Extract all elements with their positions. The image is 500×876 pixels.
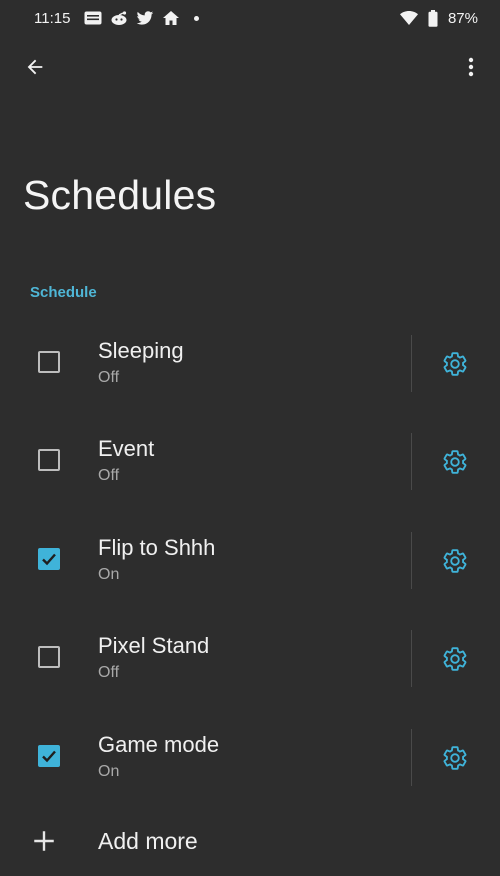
- back-arrow-icon: [24, 56, 46, 83]
- schedule-status: Off: [98, 664, 120, 682]
- news-icon: [84, 9, 102, 27]
- schedule-row-game-mode[interactable]: Game mode On: [0, 707, 500, 805]
- game-mode-settings-button[interactable]: [438, 741, 472, 775]
- gear-icon: [443, 549, 467, 573]
- app-bar: [0, 44, 500, 92]
- schedule-row-sleeping[interactable]: Sleeping Off: [0, 313, 500, 411]
- row-divider: [411, 531, 412, 589]
- schedule-row-pixel-stand[interactable]: Pixel Stand Off: [0, 608, 500, 706]
- dot-icon: [194, 15, 200, 21]
- sleeping-settings-button[interactable]: [438, 347, 472, 381]
- more-vert-icon: [468, 57, 474, 82]
- schedule-text: Sleeping Off: [98, 337, 184, 387]
- schedule-text: Game mode On: [98, 731, 219, 781]
- add-more-button[interactable]: Add more: [0, 806, 500, 876]
- schedule-status: Off: [98, 369, 120, 386]
- schedule-status: On: [98, 762, 120, 780]
- schedule-text: Pixel Stand Off: [98, 632, 209, 682]
- event-checkbox[interactable]: [38, 449, 60, 472]
- flip-to-shhh-settings-button[interactable]: [438, 544, 472, 578]
- home-icon: [162, 9, 180, 27]
- schedule-label: Pixel Stand: [98, 633, 210, 659]
- battery-icon: [424, 9, 442, 27]
- gear-icon: [443, 352, 467, 376]
- page-title: Schedules: [23, 172, 217, 218]
- back-button[interactable]: [18, 52, 52, 86]
- gear-icon: [443, 647, 467, 671]
- twitter-icon: [136, 9, 154, 27]
- schedule-status: Off: [98, 467, 120, 485]
- schedule-list: Sleeping Off Event Off Flip to Shhh On P…: [0, 313, 500, 805]
- schedule-label: Flip to Shhh: [98, 534, 216, 560]
- row-divider: [411, 728, 412, 786]
- check-icon: [42, 750, 56, 762]
- row-divider: [411, 630, 412, 688]
- gear-icon: [443, 450, 467, 475]
- gear-icon: [443, 745, 467, 770]
- row-divider: [411, 433, 412, 491]
- schedule-label: Game mode: [98, 731, 220, 757]
- status-time: 11:15: [34, 9, 71, 27]
- plus-icon: [34, 831, 54, 851]
- schedule-label: Event: [98, 436, 155, 462]
- sleeping-checkbox[interactable]: [38, 351, 60, 373]
- event-settings-button[interactable]: [438, 445, 472, 479]
- schedule-text: Event Off: [98, 435, 154, 485]
- schedule-text: Flip to Shhh On: [98, 534, 215, 584]
- schedule-row-event[interactable]: Event Off: [0, 411, 500, 509]
- battery-percentage: 87%: [447, 9, 478, 27]
- section-header: Schedule: [30, 284, 97, 301]
- schedule-row-flip-to-shhh[interactable]: Flip to Shhh On: [0, 510, 500, 608]
- check-icon: [42, 553, 56, 566]
- pixel-stand-settings-button[interactable]: [438, 642, 472, 676]
- row-divider: [411, 335, 412, 392]
- schedule-status: On: [98, 565, 120, 583]
- schedule-label: Sleeping: [98, 338, 184, 363]
- flip-to-shhh-checkbox[interactable]: [38, 547, 60, 570]
- more-options-button[interactable]: [454, 52, 488, 86]
- add-more-label: Add more: [98, 828, 198, 854]
- status-left: 11:15: [34, 9, 200, 27]
- game-mode-checkbox[interactable]: [38, 744, 60, 767]
- wifi-icon: [399, 9, 418, 27]
- reddit-icon: [110, 9, 128, 27]
- status-bar: 11:15 87%: [0, 0, 500, 36]
- status-right: 87%: [399, 9, 478, 27]
- pixel-stand-checkbox[interactable]: [38, 646, 60, 669]
